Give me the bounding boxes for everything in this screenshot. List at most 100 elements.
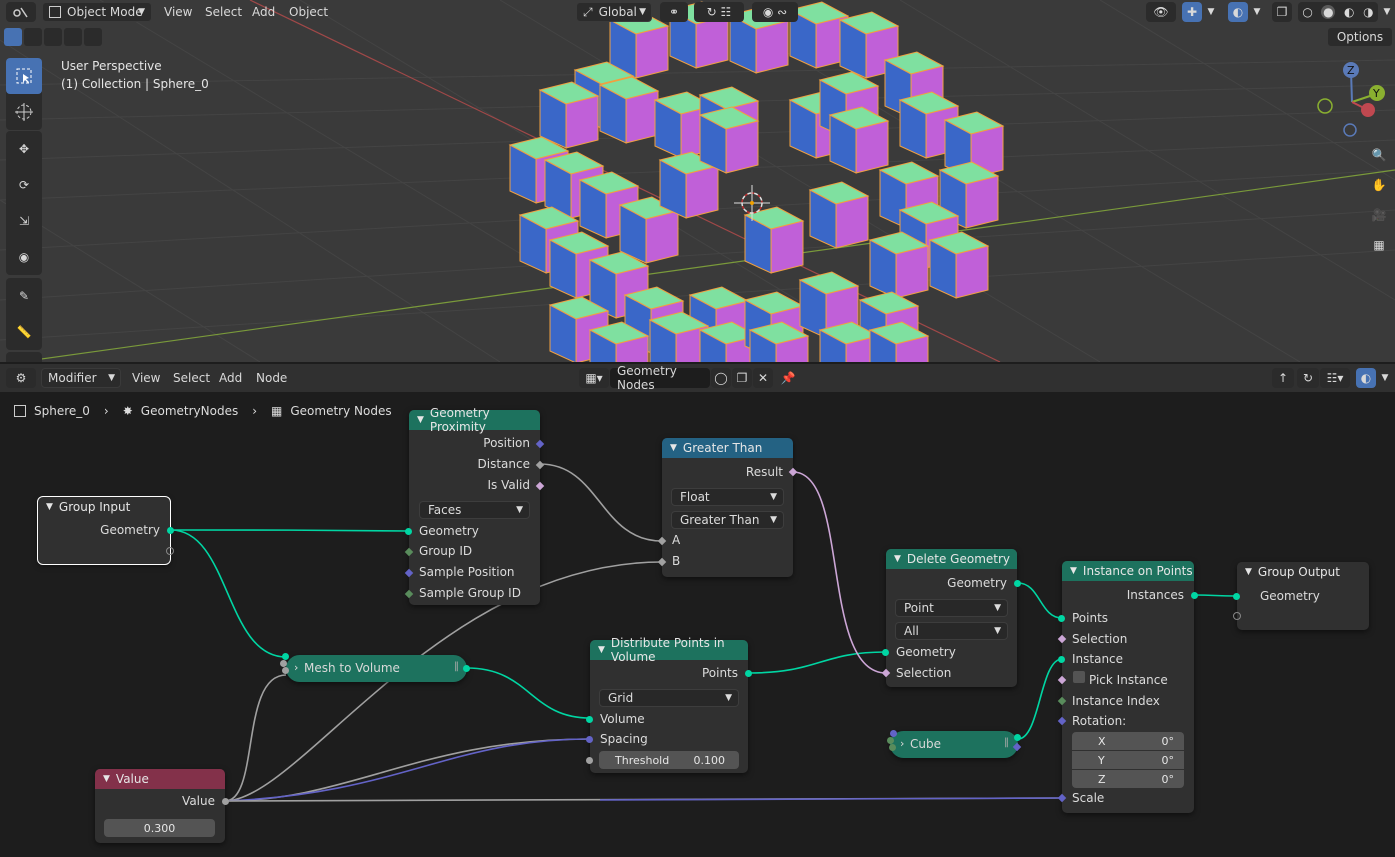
mode-dropdown[interactable]: Object Mode ▼ [42,2,152,22]
rotation-y-field[interactable]: Y 0° [1072,751,1184,769]
navigation-gizmo[interactable]: Z Y [1305,58,1395,143]
output-socket-volume[interactable] [463,665,470,672]
output-socket-geometry[interactable] [167,527,174,534]
input-socket-vertices-x[interactable] [887,737,894,744]
select-new-icon[interactable] [4,28,22,46]
transform-tool-icon[interactable]: ◉ [6,239,42,275]
input-socket-mesh[interactable] [282,653,289,660]
delete-mode-dropdown[interactable]: All ▼ [895,622,1008,640]
menu-select[interactable]: Select [199,2,248,22]
threshold-field[interactable]: Threshold 0.100 [599,751,739,769]
solid-shading-icon[interactable]: ● [1321,5,1336,19]
node-value[interactable]: ▼ Value Value 0.300 [95,769,229,843]
menu-object[interactable]: Object [283,2,334,22]
chevron-down-icon: ▼ [1245,567,1252,577]
select-invert-icon[interactable] [64,28,82,46]
gizmo-icon[interactable]: ✚ [1182,2,1202,22]
node-instance-on-points[interactable]: ▼ Instance on Points Instances Points Sel… [1057,561,1198,813]
pivot-point-icon[interactable]: ⚭ [660,2,688,22]
node-cube[interactable]: › Cube ‖ [887,730,1022,758]
rendered-shading-icon[interactable]: ◑ [1363,5,1373,19]
input-socket-size[interactable] [890,730,897,737]
node-geometry-proximity[interactable]: ▼ Geometry Proximity Position Distance Is… [404,406,545,605]
input-socket-vertices-y[interactable] [889,744,896,751]
move-tool-icon[interactable]: ✥ [6,131,42,167]
mode-dropdown[interactable]: Faces ▼ [419,501,530,519]
camera-view-icon[interactable]: 🎥 [1365,201,1393,229]
material-shading-icon[interactable]: ◐ [1344,5,1354,19]
instanced-cube [868,231,930,299]
node-mesh-to-volume[interactable]: › Mesh to Volume ‖ [280,653,470,682]
node-group-input[interactable]: ▼ Group Input Geometry [37,496,174,565]
scale-tool-icon[interactable]: ⇲ [6,203,42,239]
proportional-edit-icon[interactable]: ◉ ∾ [752,2,798,22]
socket-label: B [672,554,681,568]
node-editor[interactable]: ⚙ Modifier ▼ View Select Add Node ▦▾ Geo… [0,364,1395,857]
pan-hand-icon[interactable]: ✋ [1365,171,1393,199]
select-extend-icon[interactable] [24,28,42,46]
chevron-down-icon[interactable]: ▼ [1380,2,1394,22]
output-socket-instances[interactable] [1191,592,1198,599]
input-socket-spacing[interactable] [586,736,593,743]
select-intersect-icon[interactable] [84,28,102,46]
input-socket-empty[interactable] [1233,612,1241,620]
input-socket-geometry[interactable] [882,649,889,656]
chevron-down-icon: ▼ [417,415,424,425]
socket-label: Distance [477,457,530,471]
annotate-tool-icon[interactable]: ✎ [6,278,42,314]
chevron-down-icon: ▼ [598,645,605,655]
socket-label: Spacing [600,732,648,746]
instanced-cube [928,231,990,299]
node-group-output[interactable]: ▼ Group Output Geometry [1233,562,1369,630]
input-socket-geometry[interactable] [1233,593,1240,600]
input-socket-points[interactable] [1058,615,1065,622]
orientation-icon: ⤢ [583,4,593,19]
domain-dropdown[interactable]: Point ▼ [895,599,1008,617]
overlays-icon[interactable]: ◐ [1228,2,1248,22]
distribute-mode-dropdown[interactable]: Grid ▼ [599,689,739,707]
node-distribute-points-in-volume[interactable]: ▼ Distribute Points in Volume Points Grid… [586,636,752,773]
editor-type-icon[interactable] [6,2,36,22]
chevron-down-icon: ▼ [138,7,145,17]
operation-dropdown[interactable]: Greater Than ▼ [671,511,784,529]
node-delete-geometry[interactable]: ▼ Delete Geometry Geometry Point ▼ All ▼ Ge… [881,549,1021,687]
output-socket-mesh[interactable] [1014,734,1021,741]
input-socket-geometry[interactable] [405,528,412,535]
snap-icon[interactable]: ↻ ☷ [694,2,744,22]
input-socket-instance[interactable] [1058,656,1065,663]
menu-add[interactable]: Add [246,2,281,22]
value-field[interactable]: 0.300 [104,819,215,837]
output-socket-empty[interactable] [166,547,174,555]
axis-z-label: Z [1347,64,1355,77]
input-socket-volume[interactable] [586,716,593,723]
select-subtract-icon[interactable] [44,28,62,46]
measure-tool-icon[interactable]: 📏 [6,314,42,350]
add-tool-icon[interactable] [6,352,42,362]
output-socket-value[interactable] [222,798,229,805]
output-socket-points[interactable] [745,670,752,677]
3d-viewport[interactable]: Object Mode ▼ View Select Add Object ⤢ G… [0,0,1395,362]
transform-orientation-dropdown[interactable]: ⤢ Global ▼ [576,2,652,22]
select-box-tool-icon[interactable] [6,58,42,94]
visibility-icon[interactable]: 👁 [1146,2,1176,22]
rotation-x-field[interactable]: X 0° [1072,732,1184,750]
data-type-dropdown[interactable]: Float ▼ [671,488,784,506]
pick-instance-checkbox[interactable] [1073,671,1085,683]
zoom-icon[interactable]: 🔍 [1365,141,1393,169]
input-socket-b[interactable] [282,667,289,674]
options-dropdown[interactable]: Options [1327,27,1393,47]
output-socket-geometry[interactable] [1014,580,1021,587]
menu-view[interactable]: View [158,2,198,22]
rotation-z-field[interactable]: Z 0° [1072,770,1184,788]
chevron-down-icon[interactable]: ▼ [1204,2,1218,22]
wireframe-shading-icon[interactable]: ○ [1302,5,1312,19]
rotate-tool-icon[interactable]: ⟳ [6,167,42,203]
chevron-down-icon[interactable]: ▼ [1250,2,1264,22]
instanced-cube [743,206,805,274]
input-socket-a[interactable] [280,660,287,667]
input-socket-threshold[interactable] [586,757,593,764]
cursor-tool-icon[interactable] [6,94,42,130]
ortho-grid-icon[interactable]: ▦ [1365,231,1393,259]
xray-icon[interactable]: ❐ [1272,2,1292,22]
node-greater-than[interactable]: ▼ Greater Than Result Float ▼ Greater Than… [657,438,798,577]
